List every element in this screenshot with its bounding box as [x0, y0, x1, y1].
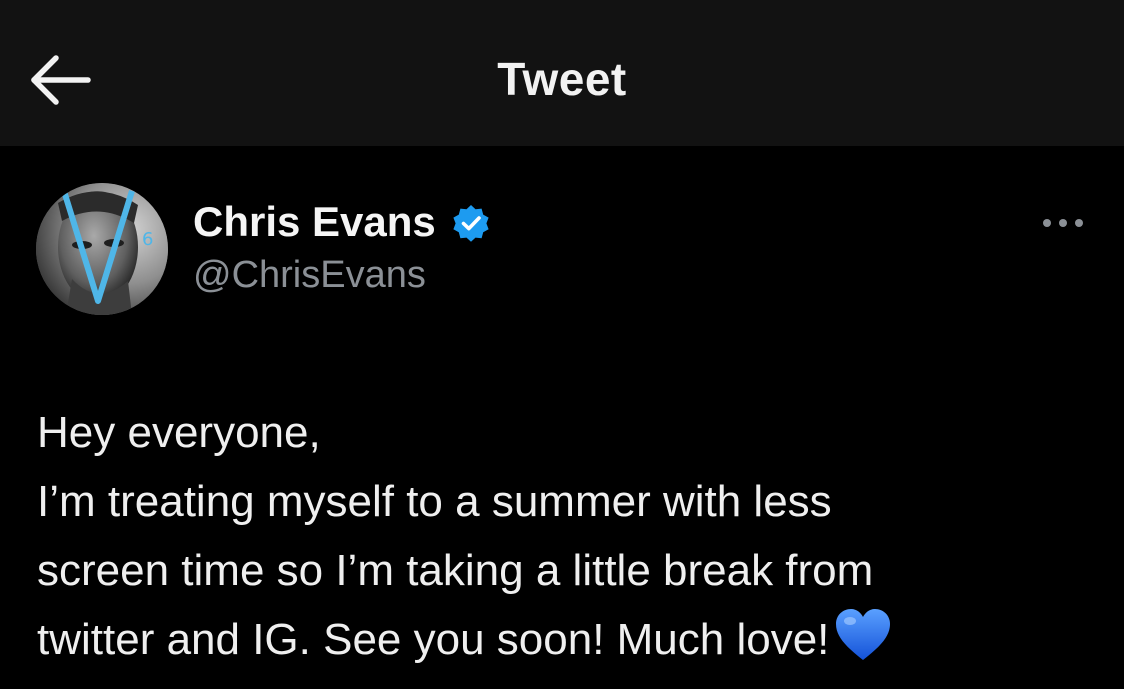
more-options-button[interactable] — [1038, 210, 1088, 236]
blue-heart-icon — [836, 609, 891, 660]
page-title: Tweet — [497, 53, 627, 105]
verified-badge-icon — [453, 205, 489, 242]
tweet-line: Hey everyone, — [37, 408, 321, 457]
tweet-line: I’m treating myself to a summer with les… — [37, 477, 832, 526]
more-options-icon — [1043, 219, 1083, 227]
author-name[interactable]: Chris Evans — [193, 198, 436, 246]
avatar[interactable]: 6 — [36, 183, 168, 315]
tweet-line-last: twitter and IG. See you soon! Much love! — [37, 605, 1097, 674]
tweet-text: Hey everyone, I’m treating myself to a s… — [37, 398, 1097, 674]
tweet-line: twitter and IG. See you soon! Much love! — [37, 615, 830, 664]
svg-text:6: 6 — [142, 229, 153, 250]
author-handle[interactable]: @ChrisEvans — [193, 254, 426, 297]
avatar-photo: 6 — [36, 183, 168, 315]
tweet-line: screen time so I’m taking a little break… — [37, 546, 874, 595]
top-bar: Tweet — [0, 0, 1124, 146]
